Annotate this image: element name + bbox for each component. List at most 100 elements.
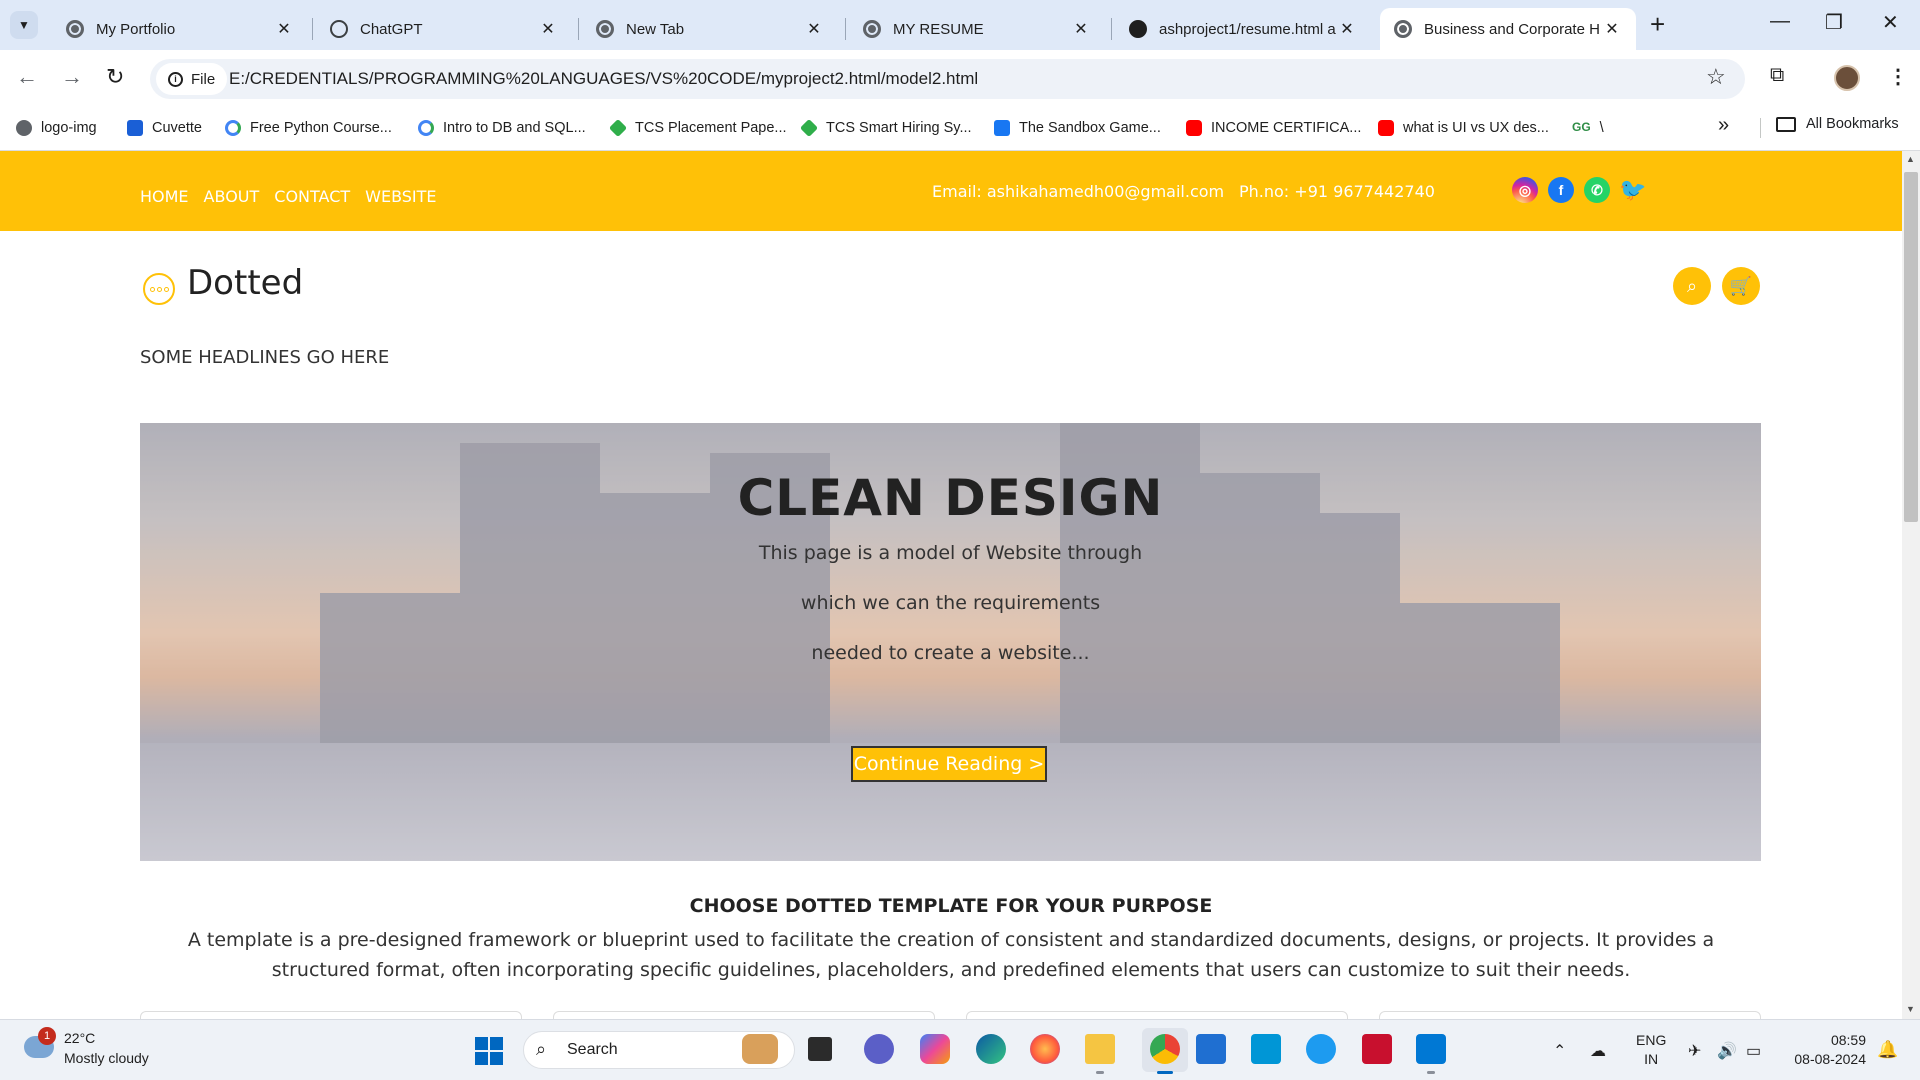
facebook-icon[interactable]: f — [1548, 177, 1574, 203]
close-icon[interactable]: ✕ — [1071, 19, 1091, 39]
forward-icon[interactable]: → — [61, 64, 83, 90]
instagram-icon[interactable]: ◎ — [1512, 177, 1538, 203]
language-indicator[interactable]: ENG IN — [1636, 1031, 1666, 1069]
cart-icon[interactable]: 🛒 — [1722, 267, 1760, 305]
myhp-icon[interactable] — [1251, 1034, 1281, 1064]
battery-icon[interactable]: ▭ — [1746, 1041, 1761, 1061]
search-icon: ⌕ — [536, 1039, 547, 1059]
weather-temperature[interactable]: 22°C — [64, 1030, 95, 1046]
tab-label: Business and Corporate H — [1424, 20, 1600, 38]
search-icon[interactable]: ⌕ — [1673, 267, 1711, 305]
airplane-icon[interactable]: ✈ — [1688, 1041, 1701, 1061]
bookmark-sandbox[interactable]: The Sandbox Game... — [994, 116, 1161, 140]
globe-icon — [66, 20, 84, 38]
menu-dots-icon[interactable]: ⋮ — [1888, 64, 1908, 89]
bookmark-star-icon[interactable]: ☆ — [1706, 64, 1726, 90]
taskbar — [0, 1019, 1920, 1080]
close-icon[interactable]: ✕ — [274, 19, 294, 39]
running-indicator — [1157, 1071, 1173, 1074]
template-card[interactable] — [553, 1011, 935, 1019]
profile-avatar[interactable] — [1834, 65, 1860, 91]
copilot-icon[interactable] — [920, 1034, 950, 1064]
template-card[interactable] — [140, 1011, 522, 1019]
windows-start-icon[interactable] — [475, 1037, 503, 1065]
volume-icon[interactable]: 🔊 — [1717, 1041, 1737, 1061]
bookmark-label: TCS Placement Pape... — [635, 120, 787, 136]
close-icon[interactable]: ✕ — [1602, 19, 1622, 39]
notification-bell-icon[interactable]: 🔔 — [1877, 1040, 1898, 1060]
bookmark-logo-img[interactable]: logo-img — [16, 116, 97, 140]
extensions-icon[interactable]: ⧉ — [1770, 64, 1784, 87]
clock[interactable]: 08:59 08-08-2024 — [1783, 1031, 1866, 1069]
scrollbar-thumb[interactable] — [1904, 172, 1918, 522]
more-bookmarks-icon[interactable]: » — [1718, 114, 1729, 137]
bookmark-tcs-hiring[interactable]: TCS Smart Hiring Sy... — [799, 116, 972, 140]
youtube-icon — [1186, 120, 1202, 136]
bookmark-cuvette[interactable]: Cuvette — [127, 116, 202, 140]
bookmark-label: Free Python Course... — [250, 120, 392, 136]
tab-search-button[interactable]: ▼ — [10, 11, 38, 39]
chevron-up-icon[interactable]: ⌃ — [1553, 1041, 1566, 1061]
help-icon[interactable] — [1306, 1034, 1336, 1064]
site-top-bar: HOME ABOUT CONTACT WEBSITE Email: ashika… — [0, 151, 1902, 231]
new-tab-button[interactable]: + — [1650, 10, 1665, 38]
section-title: CHOOSE DOTTED TEMPLATE FOR YOUR PURPOSE — [689, 895, 1213, 917]
restore-button[interactable]: ❐ — [1825, 10, 1843, 35]
close-icon[interactable]: ✕ — [1337, 19, 1357, 39]
nav-home[interactable]: HOME — [140, 187, 189, 206]
firefox-icon[interactable] — [1030, 1034, 1060, 1064]
nav-website[interactable]: WEBSITE — [365, 187, 436, 206]
tab-new-tab[interactable]: New Tab ✕ — [582, 8, 838, 50]
scroll-down-icon[interactable]: ▼ — [1906, 1004, 1915, 1014]
bookmark-ui-vs-ux[interactable]: what is UI vs UX des... — [1378, 116, 1549, 140]
clock-time: 08:59 — [1830, 1032, 1866, 1048]
tab-separator — [1111, 18, 1112, 40]
tab-my-portfolio[interactable]: My Portfolio ✕ — [52, 8, 308, 50]
tab-chatgpt[interactable]: ChatGPT ✕ — [316, 8, 572, 50]
minimize-button[interactable]: — — [1770, 10, 1790, 33]
all-bookmarks-button[interactable]: All Bookmarks — [1776, 116, 1899, 132]
chrome-icon[interactable] — [1150, 1034, 1180, 1064]
template-card[interactable] — [966, 1011, 1348, 1019]
back-icon[interactable]: ← — [16, 64, 38, 90]
template-card[interactable] — [1379, 1011, 1761, 1019]
close-icon[interactable]: ✕ — [538, 19, 558, 39]
tab-my-resume[interactable]: MY RESUME ✕ — [849, 8, 1105, 50]
reload-icon[interactable]: ↻ — [106, 64, 124, 90]
tab-github-resume[interactable]: ashproject1/resume.html a ✕ — [1115, 8, 1371, 50]
section-description: A template is a pre-designed framework o… — [187, 929, 1715, 981]
notification-badge: 1 — [38, 1027, 56, 1045]
nav-about[interactable]: ABOUT — [204, 187, 260, 206]
bookmark-gfg[interactable]: GG \ — [1572, 116, 1604, 140]
whatsapp-icon[interactable]: ✆ — [1584, 177, 1610, 203]
bookmark-python-course[interactable]: Free Python Course... — [225, 116, 392, 140]
file-explorer-icon[interactable] — [1085, 1034, 1115, 1064]
tab-label: My Portfolio — [96, 20, 176, 38]
vscode-icon[interactable] — [1416, 1034, 1446, 1064]
weather-description[interactable]: Mostly cloudy — [64, 1050, 149, 1066]
scroll-up-icon[interactable]: ▲ — [1906, 154, 1915, 164]
chrome-icon — [596, 20, 614, 38]
close-icon[interactable]: ✕ — [804, 19, 824, 39]
site-info-chip[interactable]: i File — [156, 63, 228, 95]
edge-icon[interactable] — [976, 1034, 1006, 1064]
bookmark-income-cert[interactable]: INCOME CERTIFICA... — [1186, 116, 1361, 140]
onedrive-icon[interactable]: ☁ — [1590, 1041, 1606, 1061]
teams-chat-icon[interactable] — [864, 1034, 894, 1064]
hero-text-line: needed to create a website... — [811, 642, 1090, 664]
globe-icon — [16, 120, 32, 136]
nav-contact[interactable]: CONTACT — [274, 187, 350, 206]
bookmark-tcs-placement[interactable]: TCS Placement Pape... — [608, 116, 787, 140]
tab-business-corporate[interactable]: Business and Corporate H ✕ — [1380, 8, 1636, 50]
brand-name[interactable]: Dotted — [187, 263, 303, 303]
continue-reading-button[interactable]: Continue Reading > — [851, 746, 1047, 782]
mcafee-icon[interactable] — [1362, 1034, 1392, 1064]
search-highlight-icon — [742, 1034, 778, 1064]
url-text[interactable]: E:/CREDENTIALS/PROGRAMMING%20LANGUAGES/V… — [229, 69, 978, 89]
bookmark-label: \ — [1599, 120, 1604, 136]
task-view-icon[interactable] — [808, 1037, 832, 1061]
close-window-button[interactable]: ✕ — [1882, 10, 1899, 35]
store-icon[interactable] — [1196, 1034, 1226, 1064]
twitter-icon[interactable]: 🐦 — [1619, 177, 1646, 203]
bookmark-intro-db[interactable]: Intro to DB and SQL... — [418, 116, 586, 140]
